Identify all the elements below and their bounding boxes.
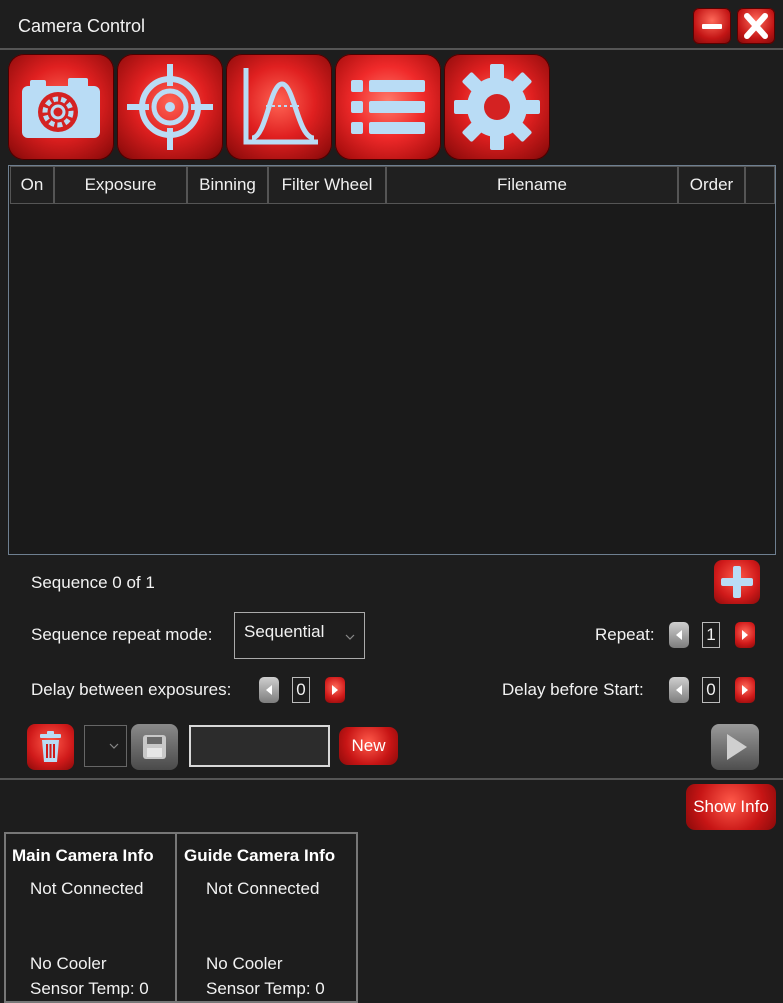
save-icon: [143, 735, 166, 759]
column-header-filename[interactable]: Filename: [386, 166, 678, 204]
repeat-label: Repeat:: [595, 625, 655, 644]
guide-camera-cooler-status: No Cooler: [206, 954, 283, 973]
save-sequence-button[interactable]: [131, 724, 178, 770]
repeat-mode-value: Sequential: [244, 622, 325, 641]
guide-camera-connection-status: Not Connected: [206, 879, 320, 898]
histogram-button[interactable]: [226, 54, 332, 160]
sequence-list-icon: [351, 80, 425, 134]
start-sequence-button[interactable]: [711, 724, 759, 770]
delay-between-increment-button[interactable]: [325, 677, 345, 703]
sequence-button[interactable]: [335, 54, 441, 160]
chevron-down-icon: [345, 634, 355, 640]
arrow-left-icon: [266, 685, 272, 695]
delay-between-decrement-button[interactable]: [259, 677, 279, 703]
repeat-increment-button[interactable]: [735, 622, 755, 648]
delay-between-label: Delay between exposures:: [31, 680, 232, 699]
show-info-button[interactable]: Show Info: [686, 784, 776, 830]
delay-start-increment-button[interactable]: [735, 677, 755, 703]
repeat-mode-label: Sequence repeat mode:: [31, 625, 213, 644]
arrow-right-icon: [742, 685, 748, 695]
main-camera-connection-status: Not Connected: [30, 879, 144, 898]
column-header-binning[interactable]: Binning: [187, 166, 268, 204]
minimize-button[interactable]: [693, 8, 731, 44]
arrow-left-icon: [676, 685, 682, 695]
camera-settings-button[interactable]: [8, 54, 114, 160]
column-header-exposure[interactable]: Exposure: [54, 166, 187, 204]
section-divider: [0, 778, 783, 780]
sequence-status: Sequence 0 of 1: [31, 573, 155, 592]
main-camera-info-title: Main Camera Info: [12, 846, 154, 865]
repeat-decrement-button[interactable]: [669, 622, 689, 648]
main-camera-cooler-status: No Cooler: [30, 954, 107, 973]
add-sequence-button[interactable]: [714, 560, 760, 604]
minimize-icon: [702, 24, 722, 29]
close-icon: [744, 13, 768, 39]
repeat-value[interactable]: 1: [702, 622, 720, 648]
main-camera-sensor-temp: Sensor Temp: 0: [30, 979, 149, 998]
new-sequence-button[interactable]: New: [339, 727, 398, 765]
arrow-right-icon: [742, 630, 748, 640]
sequence-name-input[interactable]: [189, 725, 330, 767]
delay-start-decrement-button[interactable]: [669, 677, 689, 703]
crosshair-target-icon: [127, 64, 213, 150]
arrow-right-icon: [332, 685, 338, 695]
close-button[interactable]: [737, 8, 775, 44]
column-header-filter-wheel[interactable]: Filter Wheel: [268, 166, 386, 204]
delay-start-label: Delay before Start:: [502, 680, 644, 699]
column-header-order[interactable]: Order: [678, 166, 745, 204]
main-camera-info-panel: Main Camera Info Not Connected No Cooler…: [4, 832, 177, 1003]
trash-icon: [40, 731, 61, 762]
guide-camera-sensor-temp: Sensor Temp: 0: [206, 979, 325, 998]
sequence-table: On Exposure Binning Filter Wheel Filenam…: [8, 165, 776, 555]
window-title: Camera Control: [18, 16, 146, 36]
repeat-mode-select[interactable]: Sequential: [234, 612, 365, 659]
arrow-left-icon: [676, 630, 682, 640]
delay-start-value[interactable]: 0: [702, 677, 720, 703]
column-header-on[interactable]: On: [10, 166, 54, 204]
sequence-file-select[interactable]: [84, 725, 127, 767]
histogram-curve-icon: [243, 68, 318, 145]
camera-settings-icon: [22, 78, 100, 138]
guide-camera-info-panel: Guide Camera Info Not Connected No Coole…: [175, 832, 358, 1003]
column-header-spacer: [745, 166, 775, 204]
guide-target-button[interactable]: [117, 54, 223, 160]
delay-between-value[interactable]: 0: [292, 677, 310, 703]
guide-camera-info-title: Guide Camera Info: [184, 846, 336, 865]
settings-button[interactable]: [444, 54, 550, 160]
chevron-down-icon: [109, 743, 119, 749]
plus-icon: [721, 566, 753, 598]
delete-sequence-button[interactable]: [27, 724, 74, 770]
gear-icon: [454, 64, 540, 150]
play-icon: [727, 734, 747, 760]
